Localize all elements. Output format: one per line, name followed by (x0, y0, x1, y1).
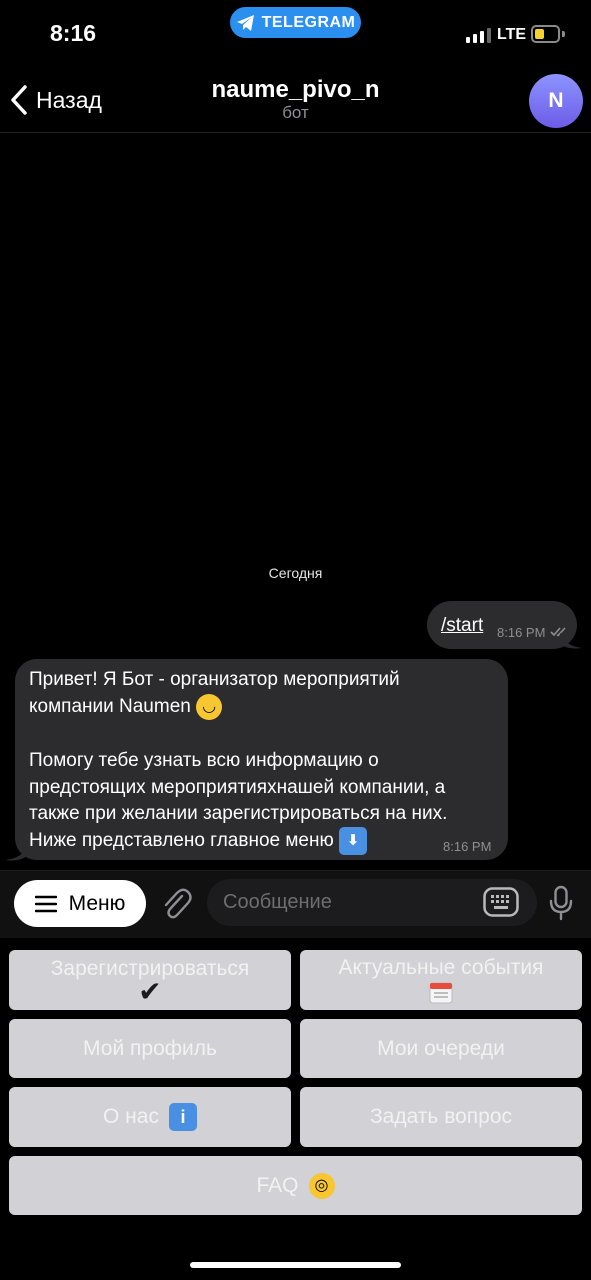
message-line: Ниже представлено главное меню ⬇ (29, 827, 368, 855)
keyboard-icon[interactable] (483, 887, 519, 917)
monocle-face-icon: ◎ (308, 1172, 335, 1199)
battery-cap (562, 31, 565, 37)
date-separator: Сегодня (268, 565, 323, 581)
check-mark-icon: ✔ (138, 976, 162, 1007)
about-us-button[interactable]: О нас i (9, 1087, 291, 1147)
info-icon: i (168, 1103, 197, 1131)
incoming-bubble-tail (5, 846, 27, 861)
calendar-icon (429, 982, 453, 1004)
ask-question-button[interactable]: Задать вопрос (300, 1087, 582, 1147)
telegram-pill[interactable]: TELEGRAM (230, 7, 361, 38)
message-line: предстоящих мероприятияхнашей компании, … (29, 777, 446, 798)
menu-label: Меню (68, 891, 126, 915)
outgoing-message-time: 8:16 PM (497, 625, 546, 640)
register-button[interactable]: Зарегистрироваться ✔ (9, 950, 291, 1010)
about-us-label: О нас (103, 1105, 159, 1128)
my-profile-button[interactable]: Мой профиль (9, 1019, 291, 1078)
message-line: компании Naumen ◡ (29, 693, 223, 720)
incoming-message-time: 8:16 PM (443, 839, 492, 854)
my-queues-button[interactable]: Мои очереди (300, 1019, 582, 1078)
microphone-icon[interactable] (548, 885, 574, 921)
signal-icon (466, 28, 491, 43)
message-line: Помогу тебе узнать всю информацию о (29, 750, 379, 771)
outgoing-bubble-tail (560, 632, 582, 649)
faq-button[interactable]: FAQ ◎ (9, 1156, 582, 1215)
home-indicator[interactable] (190, 1262, 401, 1268)
network-label: LTE (497, 26, 527, 43)
message-line: Привет! Я Бот - организатор мероприятий (29, 669, 400, 690)
menu-button[interactable]: Меню (14, 880, 146, 927)
down-arrow-icon: ⬇ (339, 827, 368, 855)
chat-subtitle: бот (282, 103, 309, 122)
my-queues-label: Мои очереди (377, 1036, 505, 1060)
current-events-button[interactable]: Актуальные события (300, 950, 582, 1010)
paperclip-icon[interactable] (160, 886, 192, 922)
telegram-icon (236, 14, 254, 31)
status-time: 8:16 (50, 20, 97, 46)
my-profile-label: Мой профиль (83, 1036, 217, 1060)
chat-title[interactable]: naume_pivo_n (0, 76, 591, 104)
message-line: также при желании зарегистрироваться на … (29, 803, 448, 824)
telegram-pill-label: TELEGRAM (261, 13, 356, 31)
incoming-message-bubble[interactable]: Привет! Я Бот - организатор мероприятий … (15, 659, 508, 860)
header-divider (0, 132, 591, 133)
avatar[interactable]: N (529, 74, 583, 128)
ask-question-label: Задать вопрос (369, 1105, 513, 1128)
current-events-label: Актуальные события (338, 956, 544, 979)
outgoing-message-text[interactable]: /start (441, 615, 483, 637)
faq-label: FAQ (256, 1173, 299, 1197)
smiling-face-icon: ◡ (196, 693, 223, 720)
hamburger-icon (34, 895, 57, 912)
battery-icon (531, 25, 560, 43)
